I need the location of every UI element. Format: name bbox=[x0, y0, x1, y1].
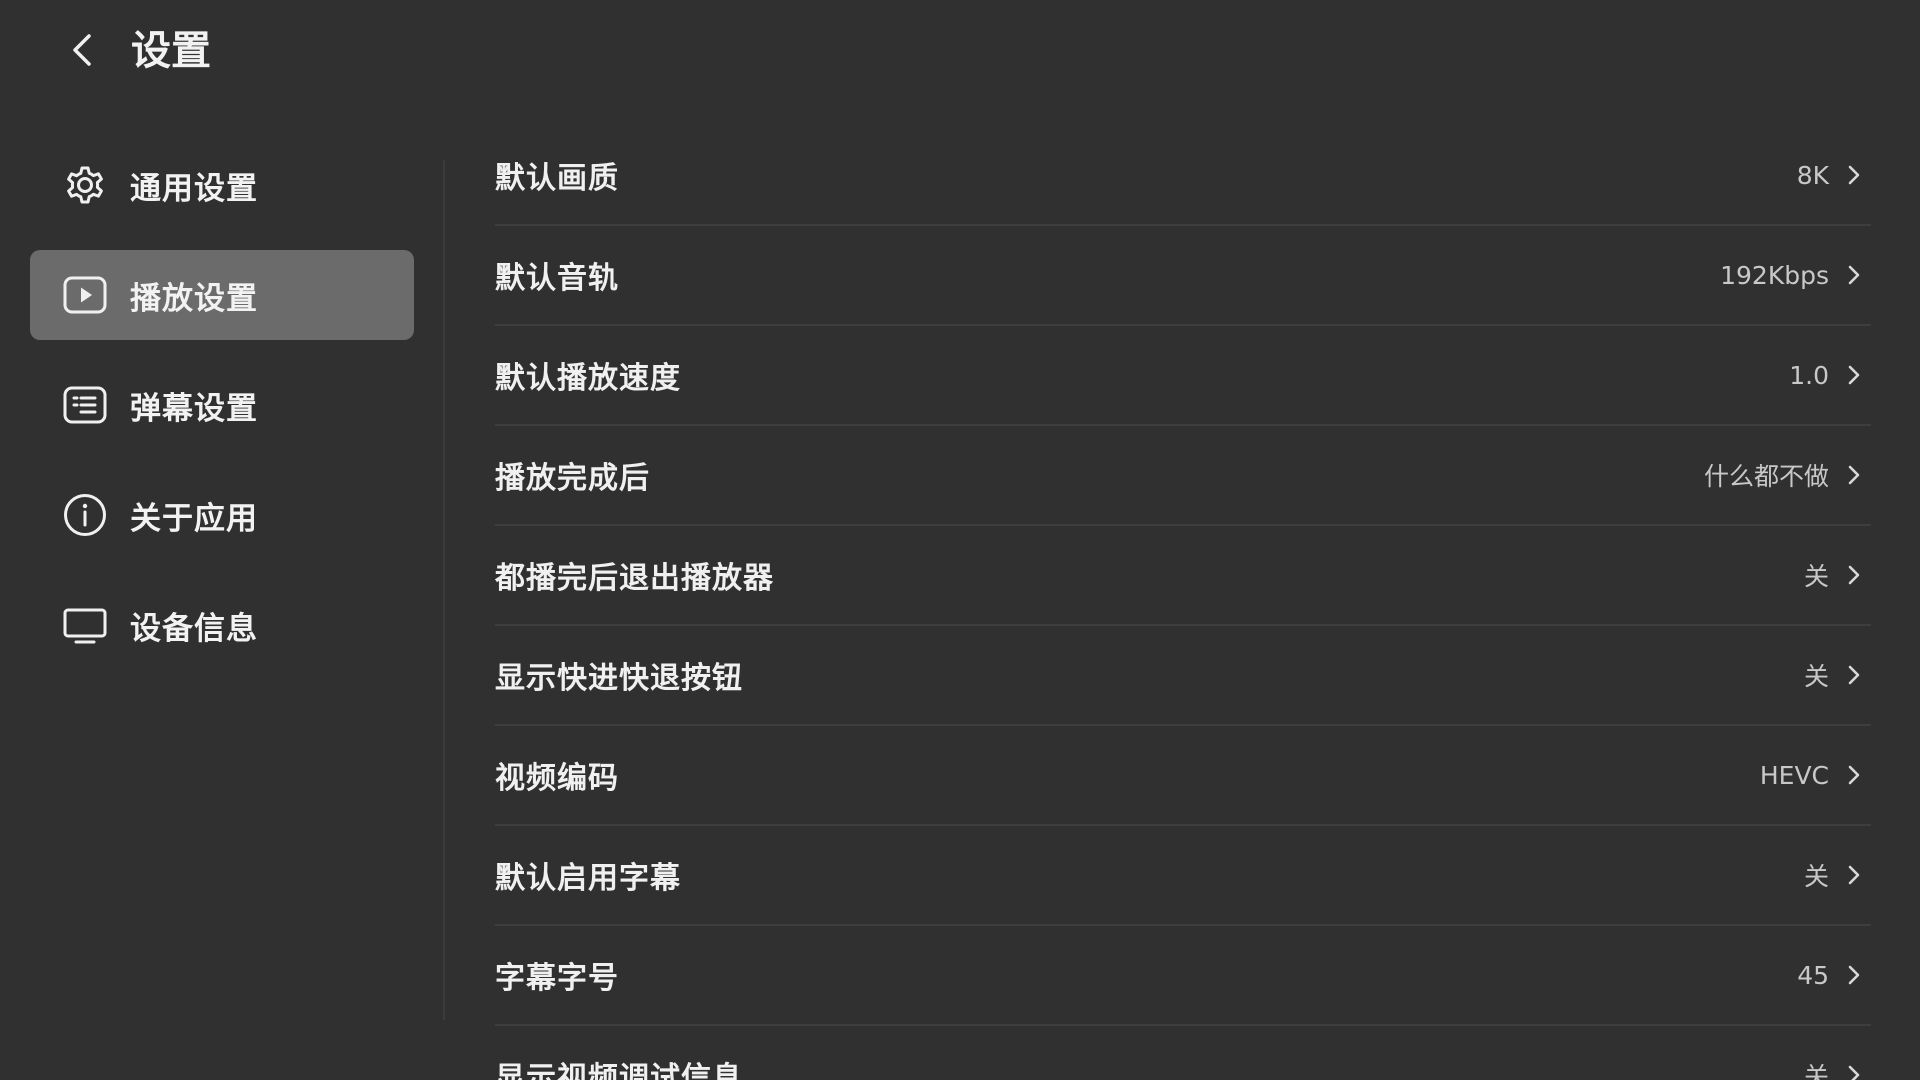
setting-label: 都播完后退出播放器 bbox=[495, 561, 774, 596]
chevron-right-icon bbox=[1843, 464, 1865, 486]
setting-label: 视频编码 bbox=[495, 761, 619, 796]
sidebar-item-label: 设备信息 bbox=[130, 610, 258, 647]
sidebar-item-device[interactable]: 设备信息 bbox=[30, 580, 414, 670]
setting-value: 1.0 bbox=[1789, 360, 1829, 390]
chevron-right-icon bbox=[1843, 1064, 1865, 1080]
sidebar-item-playback[interactable]: 播放设置 bbox=[30, 250, 414, 340]
setting-label: 播放完成后 bbox=[495, 461, 650, 496]
chevron-right-icon bbox=[1843, 764, 1865, 786]
sidebar-item-label: 播放设置 bbox=[130, 280, 258, 317]
setting-value: 什么都不做 bbox=[1703, 462, 1829, 491]
chevron-right-icon bbox=[1843, 664, 1865, 686]
setting-value: 关 bbox=[1803, 662, 1829, 691]
setting-label: 默认音轨 bbox=[495, 261, 619, 296]
sidebar-item-label: 关于应用 bbox=[130, 500, 258, 537]
sidebar-item-label: 弹幕设置 bbox=[130, 390, 258, 427]
setting-label: 字幕字号 bbox=[495, 961, 619, 996]
setting-label: 显示视频调试信息 bbox=[495, 1061, 743, 1080]
sidebar-item-label: 通用设置 bbox=[130, 170, 258, 207]
setting-value: HEVC bbox=[1759, 760, 1829, 790]
chevron-right-icon bbox=[1843, 364, 1865, 386]
settings-list: 默认画质 8K 默认音轨 192Kbps 默认播放速度 1.0 播放完成后 什么… bbox=[495, 126, 1871, 1080]
setting-row-after-playback[interactable]: 播放完成后 什么都不做 bbox=[495, 426, 1871, 526]
setting-value: 关 bbox=[1803, 862, 1829, 891]
back-button[interactable] bbox=[56, 24, 108, 76]
settings-screen: 设置 通用设置 播放设置 弹幕设置 关于应用 设备信息 默认画质 8K 默认音轨… bbox=[0, 0, 1920, 1080]
setting-value: 45 bbox=[1797, 960, 1829, 990]
gear-icon bbox=[62, 162, 108, 208]
chevron-right-icon bbox=[1843, 964, 1865, 986]
chevron-left-icon bbox=[73, 34, 91, 66]
setting-row-video-codec[interactable]: 视频编码 HEVC bbox=[495, 726, 1871, 826]
setting-row-default-audio-track[interactable]: 默认音轨 192Kbps bbox=[495, 226, 1871, 326]
play-icon bbox=[62, 272, 108, 318]
setting-value: 关 bbox=[1803, 562, 1829, 591]
chevron-right-icon bbox=[1843, 864, 1865, 886]
setting-row-seek-buttons[interactable]: 显示快进快退按钮 关 bbox=[495, 626, 1871, 726]
setting-row-subtitle-size[interactable]: 字幕字号 45 bbox=[495, 926, 1871, 1026]
chevron-right-icon bbox=[1843, 264, 1865, 286]
setting-row-default-quality[interactable]: 默认画质 8K bbox=[495, 126, 1871, 226]
setting-label: 默认画质 bbox=[495, 161, 619, 196]
setting-row-exit-after-all[interactable]: 都播完后退出播放器 关 bbox=[495, 526, 1871, 626]
danmaku-icon bbox=[62, 382, 108, 428]
sidebar-item-general[interactable]: 通用设置 bbox=[30, 140, 414, 230]
sidebar: 通用设置 播放设置 弹幕设置 关于应用 设备信息 bbox=[30, 140, 414, 690]
vertical-divider bbox=[443, 160, 445, 1020]
info-icon bbox=[62, 492, 108, 538]
sidebar-item-danmaku[interactable]: 弹幕设置 bbox=[30, 360, 414, 450]
chevron-right-icon bbox=[1843, 564, 1865, 586]
page-title: 设置 bbox=[131, 28, 211, 74]
monitor-icon bbox=[62, 602, 108, 648]
chevron-right-icon bbox=[1843, 164, 1865, 186]
setting-row-default-speed[interactable]: 默认播放速度 1.0 bbox=[495, 326, 1871, 426]
setting-label: 默认启用字幕 bbox=[495, 861, 681, 896]
setting-value: 关 bbox=[1803, 1062, 1829, 1080]
header: 设置 bbox=[0, 0, 1920, 104]
setting-value: 8K bbox=[1796, 160, 1829, 190]
setting-row-default-subtitles[interactable]: 默认启用字幕 关 bbox=[495, 826, 1871, 926]
setting-value: 192Kbps bbox=[1720, 260, 1829, 290]
setting-label: 默认播放速度 bbox=[495, 361, 681, 396]
sidebar-item-about[interactable]: 关于应用 bbox=[30, 470, 414, 560]
setting-label: 显示快进快退按钮 bbox=[495, 661, 743, 696]
setting-row-debug-info[interactable]: 显示视频调试信息 关 bbox=[495, 1026, 1871, 1080]
